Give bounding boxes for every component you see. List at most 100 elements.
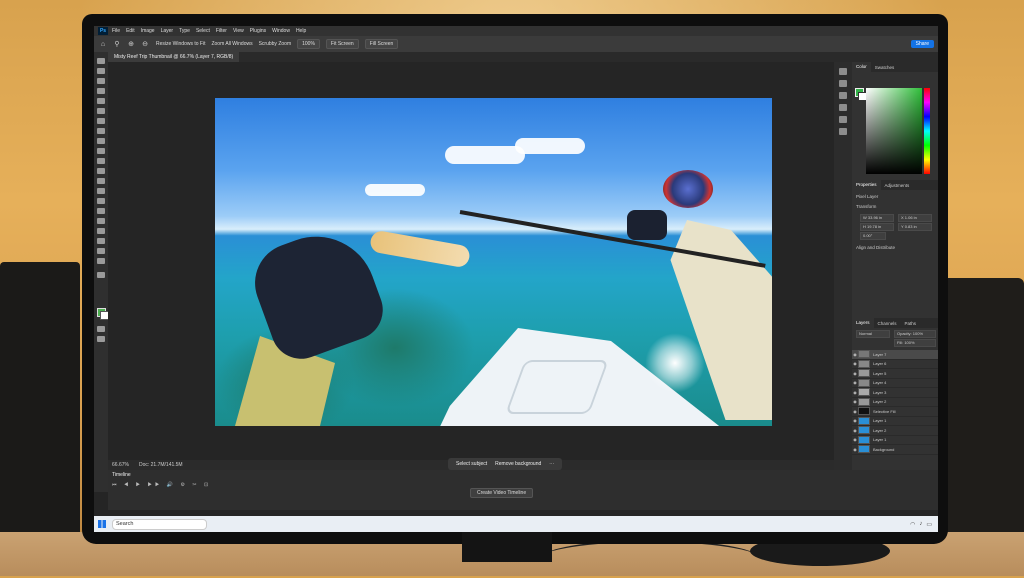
screen-mode-icon[interactable] [97,336,105,342]
menu-select[interactable]: Select [196,28,210,34]
layer-row[interactable]: ◉ Layer 1 [852,435,938,445]
more-options-icon[interactable]: ⋯ [549,461,554,467]
menu-file[interactable]: File [112,28,120,34]
blend-mode-select[interactable]: Normal [856,330,890,338]
menu-plugins[interactable]: Plugins [250,28,266,34]
zoom-100-button[interactable]: 100% [297,39,320,49]
layer-row[interactable]: ◉ Layer 6 [852,359,938,369]
layer-row[interactable]: ◉ Selective Fill [852,407,938,417]
fill-field[interactable]: Fill: 100% [894,339,936,347]
menu-image[interactable]: Image [141,28,155,34]
home-icon[interactable]: ⌂ [98,39,108,49]
menu-layer[interactable]: Layer [161,28,174,34]
wifi-icon[interactable]: ◠ [910,521,915,528]
shape-tool-icon[interactable] [97,238,105,244]
tab-layers[interactable]: Layers [852,318,874,328]
path-selection-tool-icon[interactable] [97,228,105,234]
zoom-level-readout[interactable]: 66.67% [112,462,129,468]
menu-view[interactable]: View [233,28,244,34]
document-tab[interactable]: Misty Reef Trip Thumbnail @ 66.7% (Layer… [108,52,240,62]
zoom-out-icon[interactable]: ⊖ [140,39,150,49]
canvas-area[interactable] [108,62,834,460]
tab-channels[interactable]: Channels [874,321,901,326]
zoom-tool-icon[interactable] [97,258,105,264]
tab-properties[interactable]: Properties [852,180,881,190]
zoom-tool-icon[interactable]: ⚲ [112,39,122,49]
resize-windows-checkbox[interactable]: Resize Windows to Fit [156,41,205,47]
menu-window[interactable]: Window [272,28,290,34]
document-canvas-image[interactable] [215,98,772,426]
marquee-tool-icon[interactable] [97,68,105,74]
lasso-tool-icon[interactable] [97,78,105,84]
properties-panel-tabs: Properties Adjustments [852,180,938,190]
healing-brush-tool-icon[interactable] [97,128,105,134]
type-tool-icon[interactable] [97,218,105,224]
eraser-tool-icon[interactable] [97,168,105,174]
menu-filter[interactable]: Filter [216,28,227,34]
share-button[interactable]: Share [910,40,934,48]
menu-edit[interactable]: Edit [126,28,135,34]
opacity-field[interactable]: Opacity: 100% [894,330,936,338]
y-field[interactable]: Y 0.83 in [898,223,932,231]
layer-name: Layer 3 [873,389,887,395]
eyedropper-tool-icon[interactable] [97,118,105,124]
hue-slider[interactable] [924,88,930,174]
layer-thumbnail [858,416,870,425]
gradient-tool-icon[interactable] [97,178,105,184]
tab-swatches[interactable]: Swatches [871,65,899,70]
crop-tool-icon[interactable] [97,98,105,104]
menu-help[interactable]: Help [296,28,306,34]
x-field[interactable]: X 1.06 in [898,214,932,222]
layer-row[interactable]: ◉ Layer 1 [852,416,938,426]
create-video-timeline-button[interactable]: Create Video Timeline [470,488,534,498]
fit-screen-button[interactable]: Fit Screen [325,39,359,49]
info-panel-icon[interactable] [839,80,847,87]
clone-stamp-tool-icon[interactable] [97,148,105,154]
scrubby-zoom-checkbox[interactable]: Scrubby Zoom [259,41,292,47]
move-tool-icon[interactable] [97,58,105,64]
tab-color[interactable]: Color [852,62,871,72]
notification-icon[interactable]: ▭ [926,521,932,528]
menu-type[interactable]: Type [179,28,190,34]
dodge-tool-icon[interactable] [97,198,105,204]
taskbar-search-box[interactable]: Search [112,518,207,530]
character-panel-icon[interactable] [839,104,847,111]
brush-tool-icon[interactable] [97,138,105,144]
tab-adjustments[interactable]: Adjustments [881,183,914,188]
frame-tool-icon[interactable] [97,108,105,114]
timeline-tab[interactable]: Timeline [112,472,131,478]
playback-controls-icon[interactable]: ⏮ ◀ ▶ ▶▶ 🔊 ⚙ ✂ ⊡ [112,482,211,488]
select-subject-button[interactable]: Select subject [456,461,487,467]
layer-row[interactable]: ◉ Layer 2 [852,426,938,436]
angle-field[interactable]: 0.00° [860,232,886,240]
zoom-in-icon[interactable]: ⊕ [126,39,136,49]
remove-background-button[interactable]: Remove background [495,461,541,467]
layers-panel-tabs: Layers Channels Paths [852,318,938,328]
tab-paths[interactable]: Paths [901,321,921,326]
layer-row[interactable]: ◉ Layer 3 [852,388,938,398]
hand-tool-icon[interactable] [97,248,105,254]
pen-tool-icon[interactable] [97,208,105,214]
color-picker-field[interactable] [866,88,922,174]
history-brush-tool-icon[interactable] [97,158,105,164]
layer-row[interactable]: ◉ Background [852,445,938,455]
layer-row[interactable]: ◉ Layer 7 [852,350,938,360]
quick-mask-icon[interactable] [97,326,105,332]
windows-start-icon[interactable] [98,520,106,528]
height-field[interactable]: H 19.78 in [860,223,894,231]
fill-screen-button[interactable]: Fill Screen [364,39,399,49]
width-field[interactable]: W 33.96 in [860,214,894,222]
layer-row[interactable]: ◉ Layer 4 [852,378,938,388]
object-selection-tool-icon[interactable] [97,88,105,94]
volume-icon[interactable]: ♪ [919,521,922,528]
history-panel-icon[interactable] [839,68,847,75]
layer-row[interactable]: ◉ Layer 2 [852,397,938,407]
paragraph-panel-icon[interactable] [839,116,847,123]
fishing-reel [663,170,713,208]
glyphs-panel-icon[interactable] [839,128,847,135]
blur-tool-icon[interactable] [97,188,105,194]
zoom-all-windows-checkbox[interactable]: Zoom All Windows [211,41,252,47]
edit-toolbar-icon[interactable] [97,272,105,278]
brush-panel-icon[interactable] [839,92,847,99]
layer-row[interactable]: ◉ Layer 5 [852,369,938,379]
